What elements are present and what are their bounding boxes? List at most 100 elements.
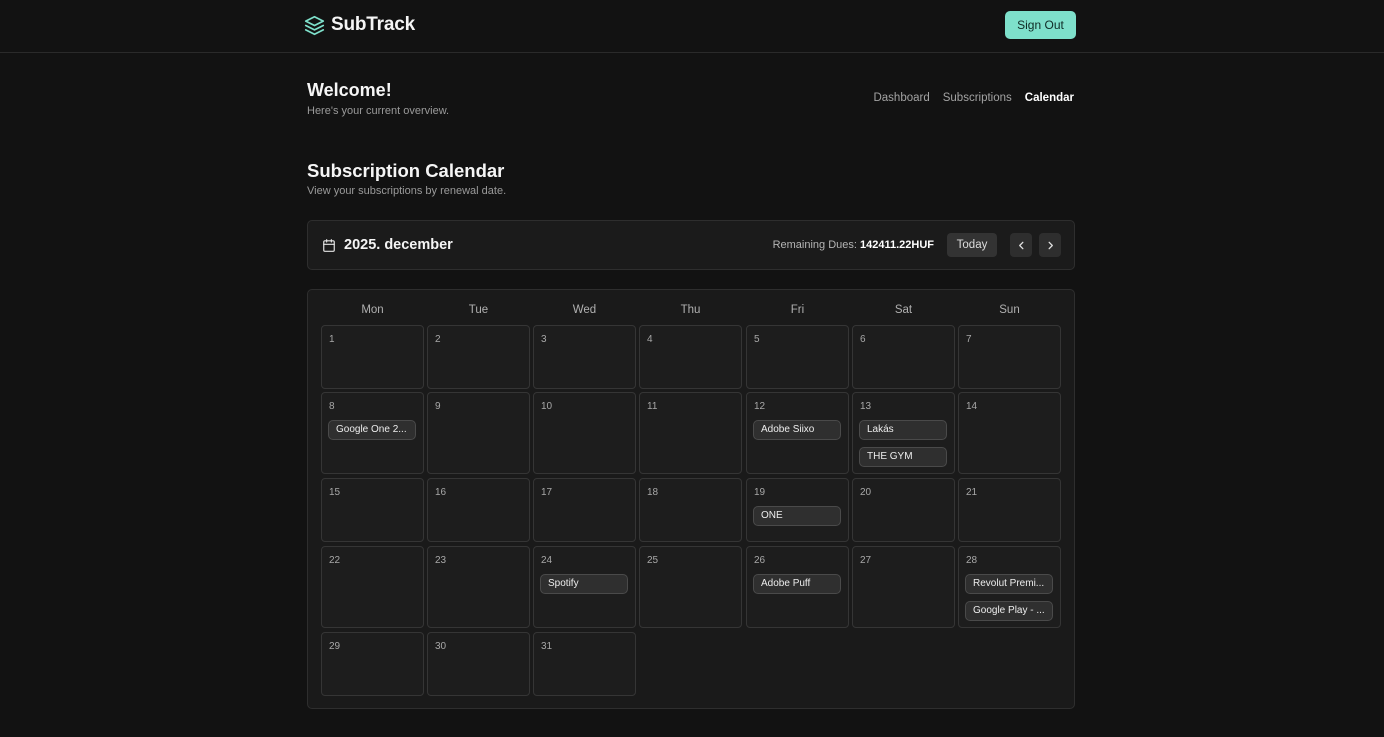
day-cell-3[interactable]: 3 <box>533 325 636 389</box>
subscription-event[interactable]: Adobe Puff <box>753 574 841 594</box>
sign-out-button[interactable]: Sign Out <box>1005 11 1076 39</box>
day-number: 14 <box>966 401 978 412</box>
calendar-icon <box>323 239 335 252</box>
subscription-event[interactable]: Google One 2... <box>328 420 416 440</box>
subscription-event[interactable]: Google Play - ... <box>965 601 1053 621</box>
day-cell-11[interactable]: 11 <box>639 392 742 474</box>
day-cell-29[interactable]: 29 <box>321 632 424 696</box>
day-cell-24[interactable]: 24 Spotify <box>533 546 636 628</box>
day-cell-14[interactable]: 14 <box>958 392 1061 474</box>
weekday-fri: Fri <box>790 304 805 316</box>
day-number: 23 <box>435 555 447 566</box>
subscription-event[interactable]: Revolut Premi... <box>965 574 1053 594</box>
subscription-event[interactable]: Lakás <box>859 420 947 440</box>
day-cell-1[interactable]: 1 <box>321 325 424 389</box>
weekday-sat: Sat <box>894 304 913 316</box>
day-cell-13[interactable]: 13 Lakás THE GYM <box>852 392 955 474</box>
day-number: 9 <box>435 401 441 412</box>
day-number: 16 <box>435 487 447 498</box>
day-cell-15[interactable]: 15 <box>321 478 424 542</box>
day-number: 8 <box>329 401 335 412</box>
day-cell-27[interactable]: 27 <box>852 546 955 628</box>
day-number: 17 <box>541 487 553 498</box>
day-number: 22 <box>329 555 341 566</box>
welcome-subtitle: Here's your current overview. <box>307 105 450 117</box>
day-number: 7 <box>966 334 972 345</box>
day-cell-22[interactable]: 22 <box>321 546 424 628</box>
layers-icon <box>304 15 325 35</box>
day-cell-21[interactable]: 21 <box>958 478 1061 542</box>
subscription-event[interactable]: ONE <box>753 506 841 526</box>
day-number: 21 <box>966 487 978 498</box>
day-cell-17[interactable]: 17 <box>533 478 636 542</box>
day-number: 5 <box>754 334 760 345</box>
day-cell-12[interactable]: 12 Adobe Siixo <box>746 392 849 474</box>
day-cell-8[interactable]: 8 Google One 2... <box>321 392 424 474</box>
day-number: 20 <box>860 487 872 498</box>
day-cell-19[interactable]: 19 ONE <box>746 478 849 542</box>
today-button[interactable]: Today <box>947 233 997 257</box>
day-number: 1 <box>329 334 335 345</box>
day-number: 2 <box>435 334 441 345</box>
subscription-event[interactable]: THE GYM <box>859 447 947 467</box>
section-subtitle: View your subscriptions by renewal date. <box>307 185 507 197</box>
day-cell-10[interactable]: 10 <box>533 392 636 474</box>
next-month-button[interactable] <box>1039 233 1061 257</box>
day-number: 24 <box>541 555 553 566</box>
remaining-dues: Remaining Dues: 142411.22HUF <box>773 239 934 251</box>
weekday-wed: Wed <box>572 304 597 316</box>
day-cell-28[interactable]: 28 Revolut Premi... Google Play - ... <box>958 546 1061 628</box>
weekday-mon: Mon <box>361 304 384 316</box>
day-cell-23[interactable]: 23 <box>427 546 530 628</box>
previous-month-button[interactable] <box>1010 233 1032 257</box>
top-bar: SubTrack Sign Out <box>0 0 1384 53</box>
day-cell-25[interactable]: 25 <box>639 546 742 628</box>
day-number: 13 <box>860 401 872 412</box>
chevron-right-icon <box>1048 241 1053 249</box>
day-number: 26 <box>754 555 766 566</box>
day-number: 31 <box>541 641 553 652</box>
day-number: 3 <box>541 334 547 345</box>
day-cell-30[interactable]: 30 <box>427 632 530 696</box>
day-cell-18[interactable]: 18 <box>639 478 742 542</box>
day-number: 19 <box>754 487 766 498</box>
day-cell-5[interactable]: 5 <box>746 325 849 389</box>
day-cell-7[interactable]: 7 <box>958 325 1061 389</box>
remaining-dues-label: Remaining Dues: <box>772 239 857 251</box>
day-cell-9[interactable]: 9 <box>427 392 530 474</box>
day-number: 27 <box>860 555 872 566</box>
day-number: 15 <box>329 487 341 498</box>
day-cell-31[interactable]: 31 <box>533 632 636 696</box>
main-nav: Dashboard Subscriptions Calendar <box>873 92 1074 104</box>
day-number: 18 <box>647 487 659 498</box>
welcome-title: Welcome! <box>307 80 392 100</box>
day-number: 29 <box>329 641 341 652</box>
day-number: 28 <box>966 555 978 566</box>
nav-dashboard[interactable]: Dashboard <box>873 92 929 104</box>
day-number: 4 <box>647 334 653 345</box>
day-number: 12 <box>754 401 766 412</box>
day-cell-16[interactable]: 16 <box>427 478 530 542</box>
day-number: 11 <box>647 401 658 412</box>
day-cell-26[interactable]: 26 Adobe Puff <box>746 546 849 628</box>
nav-calendar[interactable]: Calendar <box>1025 92 1074 104</box>
remaining-dues-value: 142411.22HUF <box>860 239 934 251</box>
month-label: 2025. december <box>344 237 453 253</box>
day-cell-20[interactable]: 20 <box>852 478 955 542</box>
brand[interactable]: SubTrack <box>304 14 415 36</box>
day-cell-2[interactable]: 2 <box>427 325 530 389</box>
day-cell-4[interactable]: 4 <box>639 325 742 389</box>
chevron-left-icon <box>1018 241 1023 249</box>
month-bar: 2025. december Remaining Dues: 142411.22… <box>307 220 1075 270</box>
day-cell-6[interactable]: 6 <box>852 325 955 389</box>
weekday-tue: Tue <box>468 304 489 316</box>
day-number: 30 <box>435 641 447 652</box>
day-number: 10 <box>541 401 553 412</box>
section-title: Subscription Calendar <box>307 160 505 181</box>
nav-subscriptions[interactable]: Subscriptions <box>943 92 1012 104</box>
subscription-event[interactable]: Adobe Siixo <box>753 420 841 440</box>
day-number: 6 <box>860 334 866 345</box>
subscription-event[interactable]: Spotify <box>540 574 628 594</box>
calendar-grid: Mon Tue Wed Thu Fri Sat Sun 1 2 3 4 5 6 7 8 Google One … <box>307 289 1075 709</box>
day-number: 25 <box>647 555 659 566</box>
